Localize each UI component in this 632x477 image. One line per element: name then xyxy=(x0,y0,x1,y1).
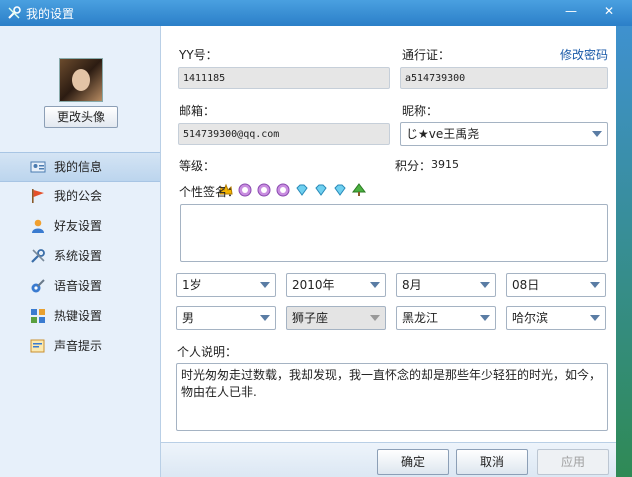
sidebar: 更改头像 我的信息 我的公会 好友设置 系统设置 语音设置 热键设置 声音提示 xyxy=(0,26,161,477)
level-label: 等级： xyxy=(179,159,216,173)
sidebar-item-my-info[interactable]: 我的信息 xyxy=(0,152,160,182)
profile-form: YY号： 1411185 通行证： 修改密码 a514739300 邮箱： 51… xyxy=(161,26,632,442)
avatar[interactable] xyxy=(59,58,103,102)
sidebar-item-label: 我的信息 xyxy=(54,160,103,174)
yy-label: YY号： xyxy=(179,48,218,62)
diamond-level-icon xyxy=(296,184,308,196)
diamond-level-icon xyxy=(334,184,346,196)
tools-icon xyxy=(8,6,21,19)
birth-month-value: 8月 xyxy=(402,278,422,292)
email-label: 邮箱： xyxy=(179,104,216,118)
chevron-down-icon[interactable] xyxy=(480,315,490,321)
sidebar-item-my-guild[interactable]: 我的公会 xyxy=(0,182,160,210)
birth-month-select[interactable]: 8月 xyxy=(396,273,496,297)
description-input[interactable]: 时光匆匆走过数载，我却发现，我一直怀念的却是那些年少轻狂的时光，如今，物由在人已… xyxy=(176,363,608,431)
profile-card-icon xyxy=(30,161,46,173)
zodiac-select: 狮子座 xyxy=(286,306,386,330)
sidebar-item-label: 我的公会 xyxy=(54,189,103,203)
sidebar-item-friend-settings[interactable]: 好友设置 xyxy=(0,212,160,240)
score-label: 积分： xyxy=(395,159,432,173)
ok-button[interactable]: 确定 xyxy=(377,449,449,475)
window-title: 我的设置 xyxy=(26,7,75,21)
chevron-down-icon[interactable] xyxy=(590,315,600,321)
signature-input[interactable] xyxy=(180,204,608,262)
province-value: 黑龙江 xyxy=(402,311,439,325)
sidebar-item-label: 热键设置 xyxy=(54,309,103,323)
tree-level-icon xyxy=(352,183,366,196)
passport-label: 通行证： xyxy=(402,48,451,62)
title-bar[interactable]: 我的设置 — ✕ xyxy=(0,0,632,26)
tools-icon xyxy=(31,249,45,263)
chevron-down-icon[interactable] xyxy=(592,131,602,137)
diamond-level-icon xyxy=(315,184,327,196)
sidebar-item-hotkey-settings[interactable]: 热键设置 xyxy=(0,302,160,330)
description-label: 个人说明： xyxy=(177,345,238,359)
cancel-button[interactable]: 取消 xyxy=(456,449,528,475)
flag-icon xyxy=(32,189,44,203)
sun-level-icon xyxy=(238,183,252,197)
user-icon xyxy=(32,219,44,233)
change-password-link[interactable]: 修改密码 xyxy=(560,46,608,63)
sidebar-item-label: 语音设置 xyxy=(54,279,103,293)
gender-select[interactable]: 男 xyxy=(176,306,276,330)
nickname-label: 昵称： xyxy=(402,104,439,118)
close-button[interactable]: ✕ xyxy=(598,2,620,20)
apply-button: 应用 xyxy=(537,449,609,475)
chevron-down-icon xyxy=(370,315,380,321)
desktop-background-strip xyxy=(616,26,632,477)
change-avatar-button[interactable]: 更改头像 xyxy=(44,106,118,128)
chevron-down-icon[interactable] xyxy=(260,315,270,321)
sidebar-item-sound-alerts[interactable]: 声音提示 xyxy=(0,332,160,360)
chevron-down-icon[interactable] xyxy=(480,282,490,288)
sun-level-icon xyxy=(257,183,271,197)
province-select[interactable]: 黑龙江 xyxy=(396,306,496,330)
age-select[interactable]: 1岁 xyxy=(176,273,276,297)
sidebar-item-system-settings[interactable]: 系统设置 xyxy=(0,242,160,270)
avatar-face xyxy=(72,69,90,91)
zodiac-value: 狮子座 xyxy=(292,311,329,325)
chevron-down-icon[interactable] xyxy=(260,282,270,288)
settings-window: 我的设置 — ✕ 更改头像 我的信息 我的公会 好友设置 系统设置 语音设置 热… xyxy=(0,0,632,477)
nickname-value: じ★ve王禹尧 xyxy=(406,127,480,141)
birth-day-select[interactable]: 08日 xyxy=(506,273,606,297)
city-select[interactable]: 哈尔滨 xyxy=(506,306,606,330)
sound-icon xyxy=(30,339,45,353)
sun-level-icon xyxy=(276,183,290,197)
button-bar: 确定 取消 应用 xyxy=(161,442,632,477)
chevron-down-icon[interactable] xyxy=(370,282,380,288)
minimize-button[interactable]: — xyxy=(560,2,582,20)
score-value: 3915 xyxy=(431,158,459,171)
age-value: 1岁 xyxy=(182,278,202,292)
sidebar-item-label: 声音提示 xyxy=(54,339,103,353)
sidebar-item-label: 系统设置 xyxy=(54,249,103,263)
keyboard-icon xyxy=(31,309,45,323)
birth-year-select[interactable]: 2010年 xyxy=(286,273,386,297)
chevron-down-icon[interactable] xyxy=(590,282,600,288)
city-value: 哈尔滨 xyxy=(512,311,549,325)
email-field: 514739300@qq.com xyxy=(178,123,390,145)
signature-label: 个性签名： xyxy=(179,185,240,199)
birth-day-value: 08日 xyxy=(512,278,540,292)
gender-value: 男 xyxy=(182,311,195,325)
sidebar-item-label: 好友设置 xyxy=(54,219,103,233)
passport-field: a514739300 xyxy=(400,67,608,89)
nickname-input[interactable]: じ★ve王禹尧 xyxy=(400,122,608,146)
sidebar-item-voice-settings[interactable]: 语音设置 xyxy=(0,272,160,300)
yy-number-field: 1411185 xyxy=(178,67,390,89)
mic-icon xyxy=(31,279,45,293)
birth-year-value: 2010年 xyxy=(292,278,335,292)
